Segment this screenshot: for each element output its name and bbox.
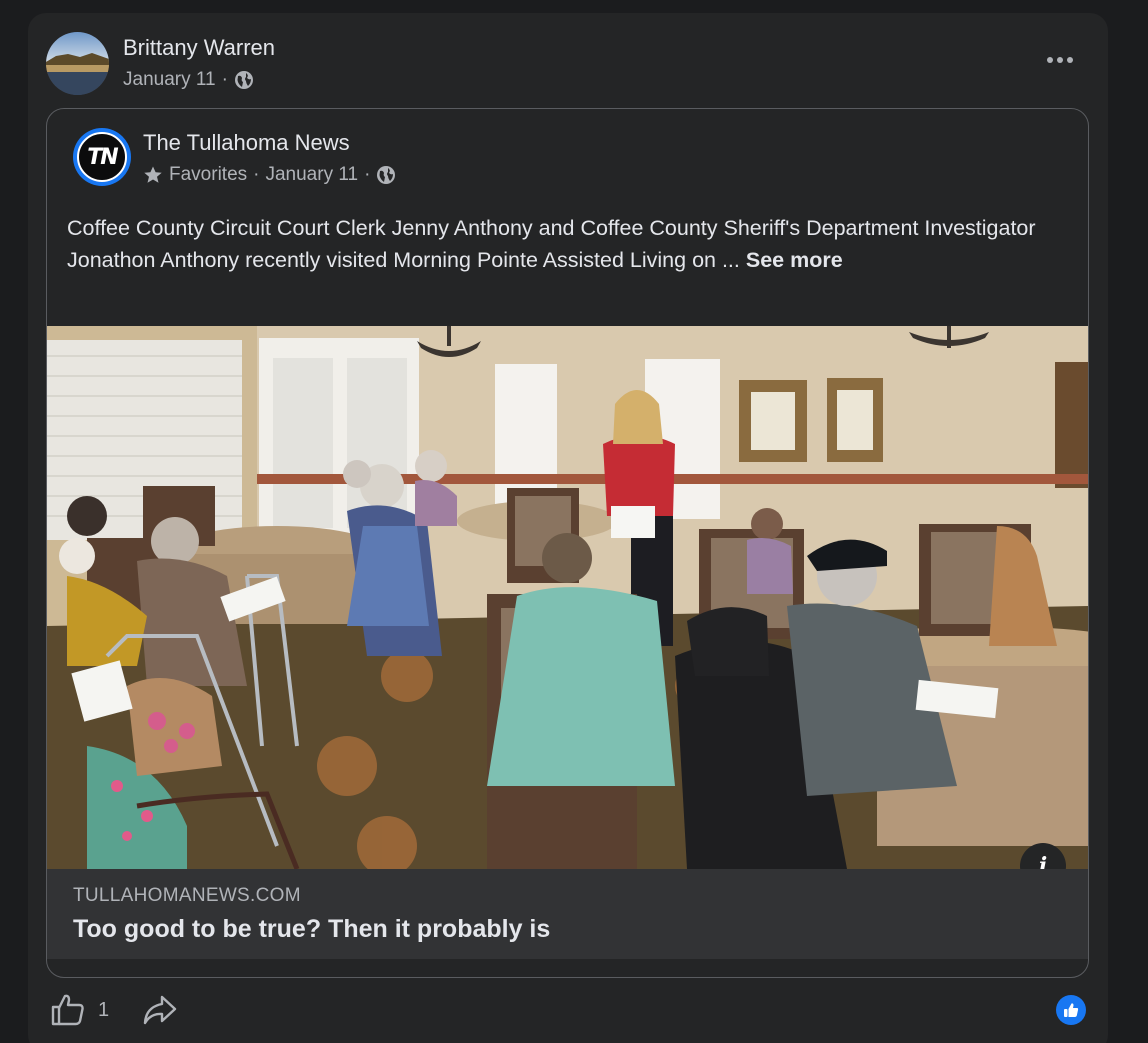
- more-dot: [1067, 57, 1073, 63]
- meta-separator: ·: [221, 69, 228, 90]
- shared-post: TN The Tullahoma News Favorites · Januar…: [46, 108, 1089, 978]
- shared-page-name[interactable]: The Tullahoma News: [143, 130, 350, 156]
- like-count: 1: [98, 998, 110, 1021]
- post-body: Coffee County Circuit Court Clerk Jenny …: [67, 216, 1036, 272]
- post-card: Brittany Warren January 11 · TN The Tull…: [28, 13, 1108, 1043]
- share-button[interactable]: [142, 993, 178, 1032]
- author-name[interactable]: Brittany Warren: [123, 35, 275, 61]
- shared-post-text: Coffee County Circuit Court Clerk Jenny …: [67, 212, 1067, 276]
- page-logo[interactable]: TN: [73, 128, 131, 186]
- thumbs-up-icon: [51, 994, 84, 1026]
- like-reaction-icon[interactable]: [1056, 995, 1086, 1025]
- thumbs-up-reaction-glyph: [1064, 1003, 1079, 1017]
- globe-icon: [377, 166, 396, 184]
- more-dot: [1057, 57, 1063, 63]
- globe-icon: [234, 71, 253, 89]
- like-button[interactable]: 1: [50, 993, 109, 1027]
- post-meta: January 11 ·: [123, 69, 254, 91]
- shared-date[interactable]: January 11: [265, 164, 358, 186]
- shared-meta: Favorites · January 11 ·: [143, 164, 396, 186]
- landscape-avatar-image: [46, 32, 109, 95]
- link-title[interactable]: Too good to be true? Then it probably is: [73, 915, 550, 944]
- article-photo[interactable]: i: [47, 326, 1088, 869]
- post-date[interactable]: January 11: [123, 69, 216, 91]
- link-preview[interactable]: TULLAHOMANEWS.COM Too good to be true? T…: [47, 869, 1088, 959]
- more-dot: [1047, 57, 1053, 63]
- meta-separator: ·: [364, 164, 371, 185]
- meta-separator: ·: [253, 164, 260, 185]
- author-avatar[interactable]: [46, 32, 109, 95]
- link-domain: TULLAHOMANEWS.COM: [73, 885, 301, 906]
- page-logo-text: TN: [77, 132, 127, 182]
- photo-illustration: [47, 326, 1088, 869]
- post-footer: 1: [28, 983, 1108, 1043]
- star-icon: [144, 166, 162, 183]
- share-arrow-icon: [143, 995, 177, 1025]
- more-options-button[interactable]: [1040, 47, 1080, 73]
- see-more-link[interactable]: See more: [746, 248, 843, 272]
- favorites-label: Favorites: [169, 164, 248, 185]
